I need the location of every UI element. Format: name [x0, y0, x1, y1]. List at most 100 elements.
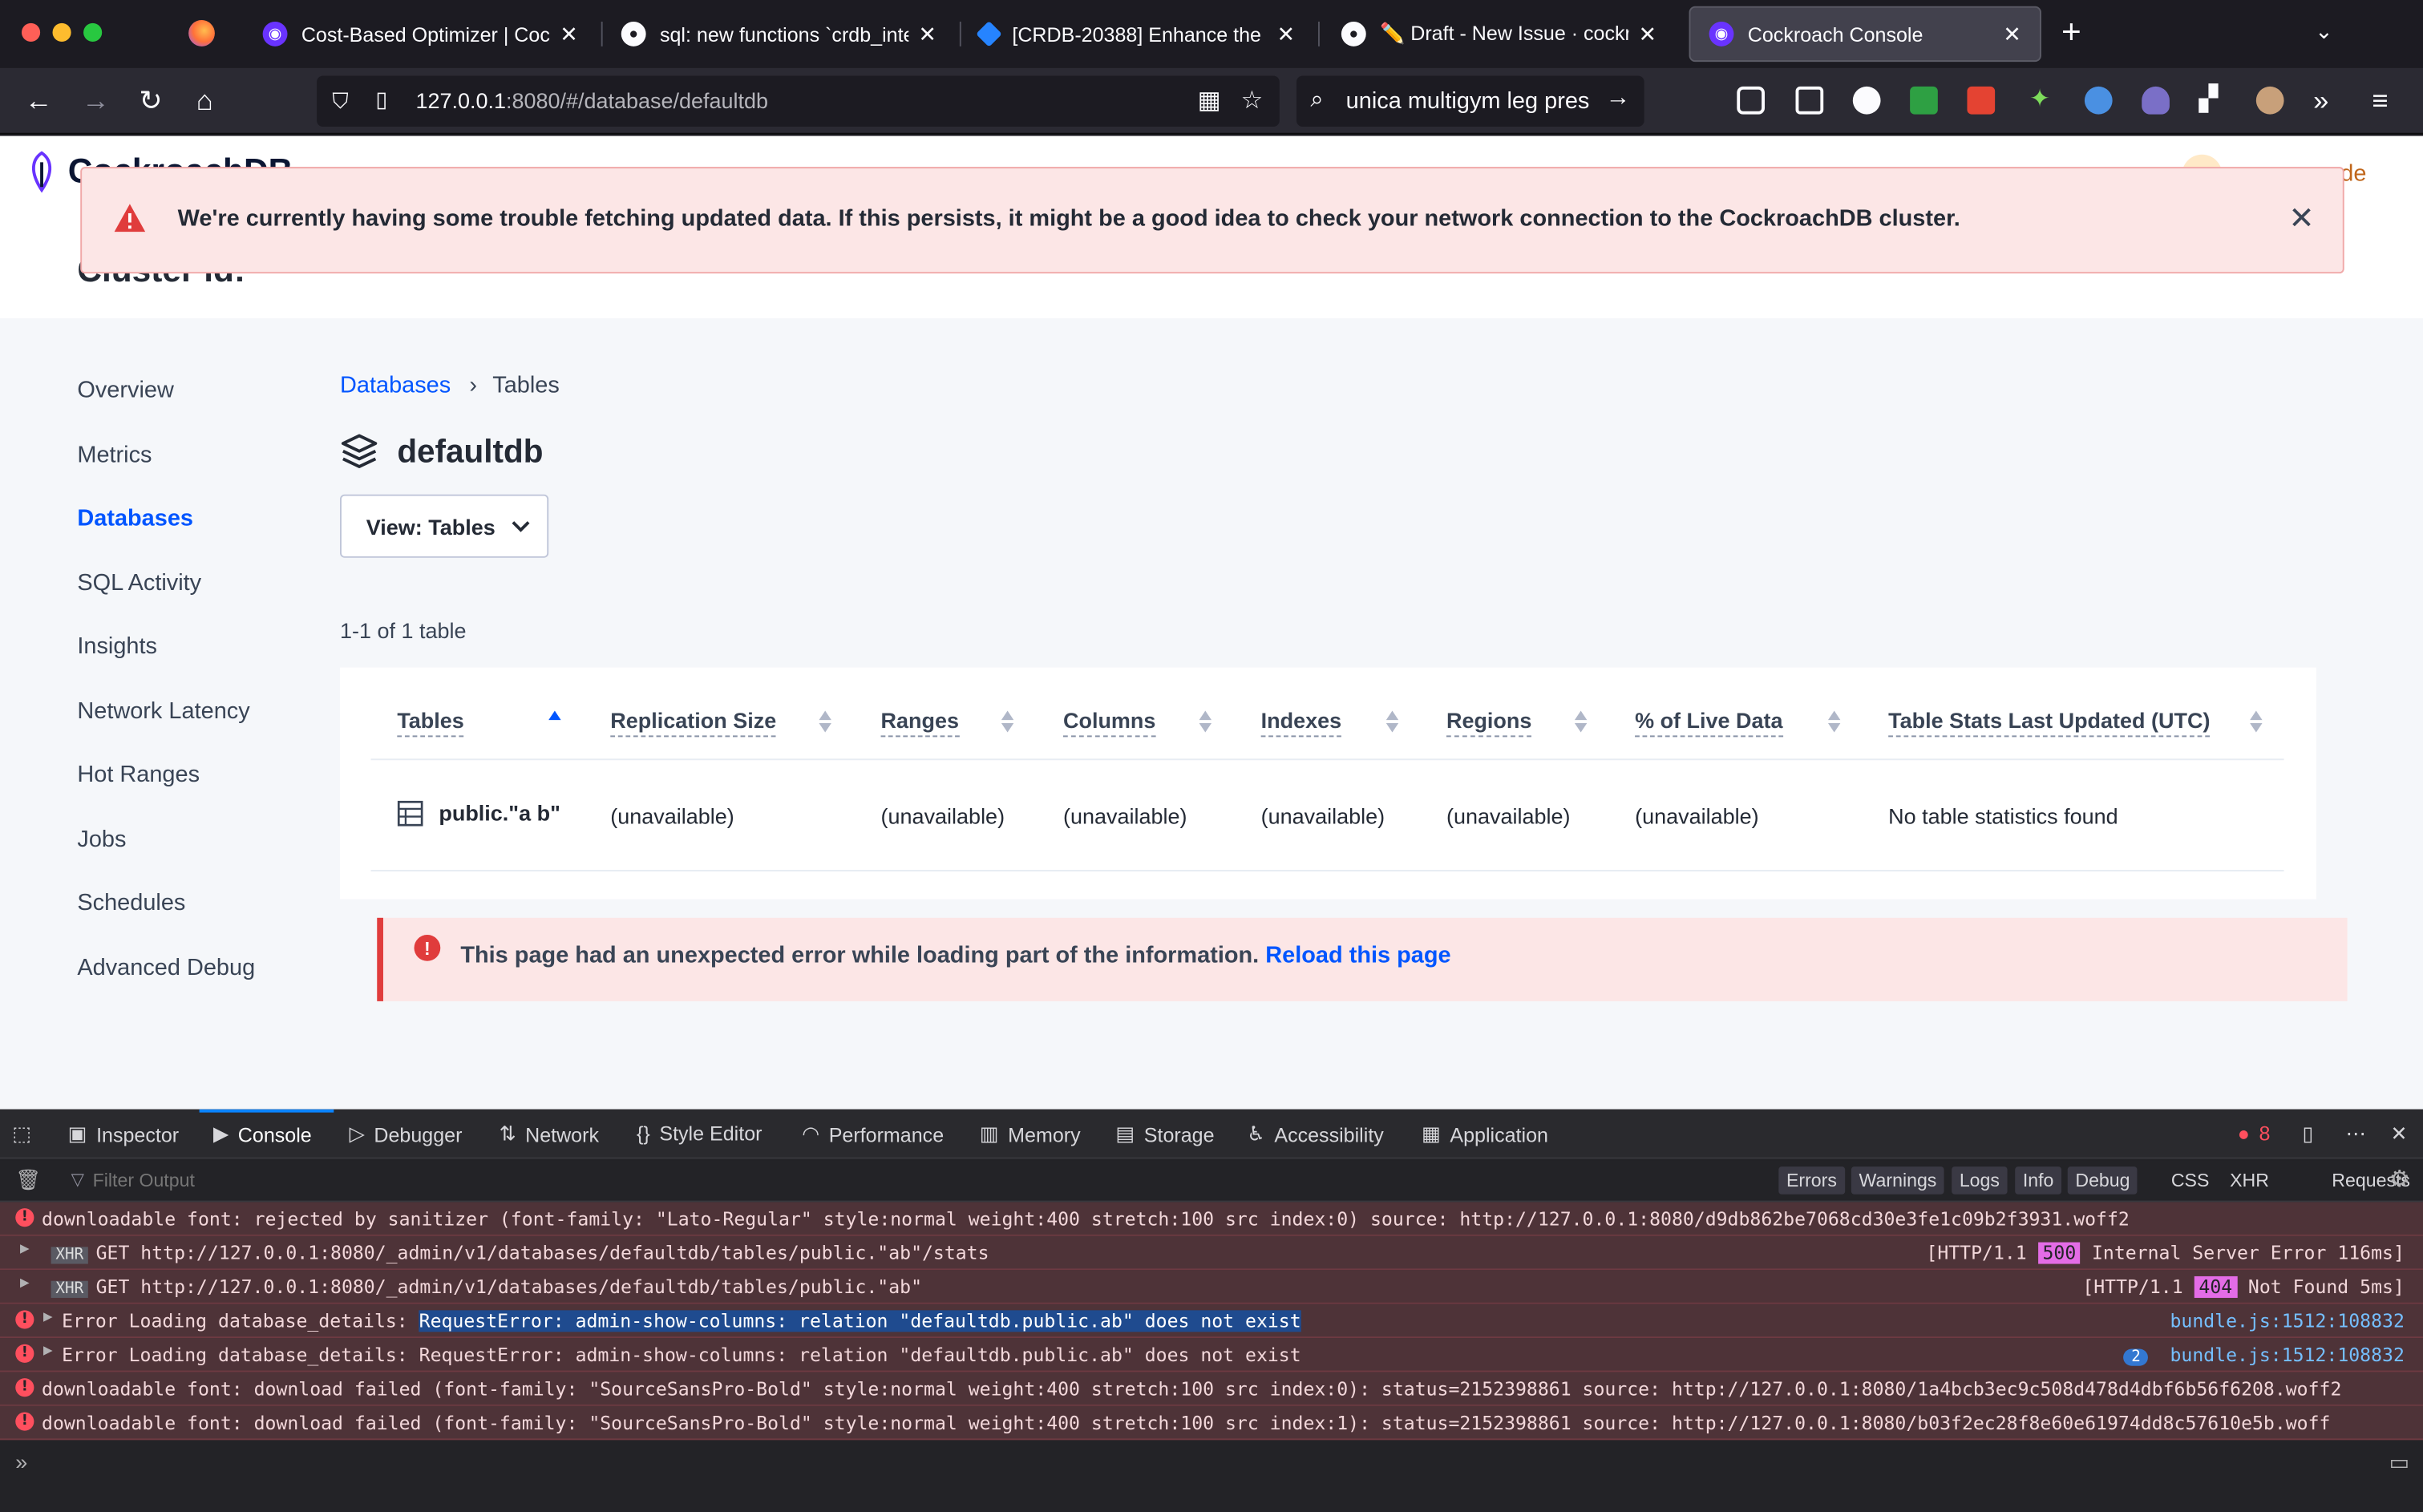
sort-icon[interactable] [1001, 708, 1014, 736]
sort-icon[interactable] [2250, 708, 2263, 736]
search-bar[interactable]: ⌕ unica multigym leg pres → [1296, 75, 1644, 127]
sidebar-item-databases[interactable]: Databases [77, 505, 193, 532]
tab-debugger[interactable]: ▷ Debugger [350, 1122, 463, 1146]
back-arrow-icon[interactable]: ← [25, 85, 53, 116]
more-tools-chevron-icon[interactable]: » [2313, 85, 2328, 116]
sidebar-item-advanced-debug[interactable]: Advanced Debug [77, 955, 255, 981]
extension-diamond-icon[interactable]: ✦ [2026, 87, 2054, 115]
pocket-icon[interactable] [1737, 86, 1765, 115]
trash-icon[interactable]: 🗑 [15, 1168, 41, 1193]
column-header-regions[interactable]: Regions [1446, 708, 1532, 738]
element-picker-icon[interactable]: ⬚ [12, 1122, 40, 1146]
console-message[interactable]: ! downloadable font: rejected by sanitiz… [0, 1202, 2423, 1236]
filter-errors-button[interactable]: Errors [1778, 1166, 1845, 1195]
column-header-stats-updated[interactable]: Table Stats Last Updated (UTC) [1888, 708, 2211, 738]
extension-cat-icon[interactable] [2142, 86, 2170, 115]
tab-application[interactable]: ▦ Application [1422, 1122, 1548, 1146]
reload-icon[interactable]: ↻ [139, 85, 162, 116]
filter-info-button[interactable]: Info [2015, 1166, 2062, 1195]
sidebar-item-network-latency[interactable]: Network Latency [77, 698, 249, 725]
tab-performance[interactable]: ◠ Performance [802, 1122, 944, 1146]
extension-globe-icon[interactable] [2084, 86, 2113, 115]
tab-memory[interactable]: ▥ Memory [980, 1122, 1081, 1146]
column-header-live-data[interactable]: % of Live Data [1635, 708, 1783, 738]
browser-tab-active[interactable]: ◉ Cockroach Console ✕ [1689, 6, 2041, 63]
sidebar-item-jobs[interactable]: Jobs [77, 827, 126, 853]
sidebar-item-insights[interactable]: Insights [77, 633, 157, 660]
sidebar-item-schedules[interactable]: Schedules [77, 890, 185, 916]
tab-accessibility[interactable]: ♿ Accessibility [1247, 1122, 1383, 1146]
close-tab-icon[interactable]: ✕ [918, 21, 936, 47]
sort-icon[interactable] [1199, 708, 1212, 736]
close-tab-icon[interactable]: ✕ [560, 21, 578, 47]
sidebar-item-sql-activity[interactable]: SQL Activity [77, 570, 201, 596]
todoist-icon[interactable] [1967, 86, 1996, 115]
filter-xhr-button[interactable]: XHR [2222, 1166, 2276, 1195]
new-tab-button[interactable]: + [2061, 14, 2081, 49]
console-settings-gear-icon[interactable]: ⚙ [2389, 1165, 2410, 1193]
extensions-grid-icon[interactable]: ▞ [2199, 87, 2227, 115]
window-minimize-button[interactable] [52, 22, 71, 42]
go-arrow-icon[interactable]: → [1605, 85, 1630, 113]
sidebar-item-metrics[interactable]: Metrics [77, 442, 152, 468]
sidebar-item-hot-ranges[interactable]: Hot Ranges [77, 762, 200, 788]
hamburger-menu-icon[interactable]: ≡ [2372, 85, 2388, 116]
error-count-badge[interactable]: ● 8 [2238, 1122, 2271, 1145]
close-tab-icon[interactable]: ✕ [2003, 21, 2021, 47]
source-link[interactable]: bundle.js:1512:108832 [2170, 1310, 2404, 1332]
qr-code-icon[interactable]: ▦ [1198, 85, 1221, 116]
shield-icon[interactable]: ⛉ [332, 88, 348, 115]
tab-inspector[interactable]: ▣ Inspector [68, 1122, 179, 1146]
tab-style-editor[interactable]: {} Style Editor [637, 1122, 762, 1145]
tab-network[interactable]: ⇅ Network [500, 1122, 599, 1146]
close-tab-icon[interactable]: ✕ [1276, 21, 1295, 47]
list-all-tabs-chevron-icon[interactable]: ⌄ [2315, 18, 2333, 45]
console-message[interactable]: ! ▶ Error Loading database_details: Requ… [0, 1338, 2423, 1373]
window-zoom-button[interactable] [83, 22, 103, 42]
browser-tab[interactable]: [CRDB-20388] Enhance the usa ✕ [961, 6, 1313, 62]
reload-page-link[interactable]: Reload this page [1265, 943, 1450, 969]
dock-side-icon[interactable]: ▯ [2303, 1122, 2323, 1146]
sort-icon[interactable] [1574, 708, 1588, 736]
close-devtools-icon[interactable]: ✕ [2391, 1122, 2417, 1146]
console-input-prompt-icon[interactable]: » [15, 1449, 27, 1474]
console-xhr-message[interactable]: ▶ XHR GET http://127.0.0.1:8080/_admin/v1… [0, 1270, 2423, 1304]
filter-css-button[interactable]: CSS [2163, 1166, 2217, 1195]
console-input[interactable] [53, 1446, 2371, 1480]
page-info-icon[interactable]: ▯ [375, 87, 387, 113]
sort-icon[interactable] [1827, 708, 1841, 736]
browser-tab[interactable]: ◉ Cost-Based Optimizer | Cockroa ✕ [245, 6, 597, 62]
url-text[interactable]: 127.0.0.1:8080/#/database/defaultdb [415, 88, 768, 113]
breadcrumb-databases-link[interactable]: Databases [340, 372, 451, 398]
expand-triangle-icon[interactable]: ▶ [20, 1241, 30, 1258]
sort-ascending-icon[interactable] [548, 708, 561, 736]
console-message[interactable]: ! downloadable font: download failed (fo… [0, 1405, 2423, 1441]
column-header-ranges[interactable]: Ranges [880, 708, 960, 738]
console-message[interactable]: ! downloadable font: download failed (fo… [0, 1372, 2423, 1406]
expand-triangle-icon[interactable]: ▶ [20, 1275, 30, 1292]
column-header-replication-size[interactable]: Replication Size [610, 708, 777, 738]
browser-tab[interactable]: ● sql: new functions `crdb_intern ✕ [603, 6, 955, 62]
table-name-link[interactable]: public."a b" [439, 800, 560, 825]
extension-s-icon[interactable] [1852, 86, 1881, 115]
extension-sheets-icon[interactable] [1910, 86, 1938, 115]
firefox-view-icon[interactable] [188, 20, 215, 46]
sidebar-item-overview[interactable]: Overview [77, 377, 173, 403]
expand-triangle-icon[interactable]: ▶ [43, 1343, 53, 1360]
filter-warnings-button[interactable]: Warnings [1851, 1166, 1945, 1195]
editor-mode-icon[interactable]: ▭ [2389, 1449, 2410, 1476]
tab-console[interactable]: ▶ Console [213, 1122, 312, 1146]
column-header-indexes[interactable]: Indexes [1260, 708, 1342, 738]
column-header-tables[interactable]: Tables [397, 708, 464, 738]
more-options-icon[interactable]: ⋯ [2346, 1122, 2376, 1146]
tab-storage[interactable]: ▤ Storage [1116, 1122, 1215, 1146]
forward-arrow-icon[interactable]: → [82, 85, 110, 116]
profile-avatar[interactable] [2255, 86, 2284, 115]
console-xhr-message[interactable]: ▶ XHR GET http://127.0.0.1:8080/_admin/v1… [0, 1235, 2423, 1271]
close-alert-icon[interactable]: ✕ [2288, 200, 2314, 238]
home-icon[interactable]: ⌂ [196, 85, 213, 116]
address-bar[interactable]: ⛉ ▯ 127.0.0.1:8080/#/database/defaultdb … [317, 75, 1280, 127]
filter-debug-button[interactable]: Debug [2067, 1166, 2138, 1195]
sort-icon[interactable] [1385, 708, 1399, 736]
sort-icon[interactable] [819, 708, 831, 736]
